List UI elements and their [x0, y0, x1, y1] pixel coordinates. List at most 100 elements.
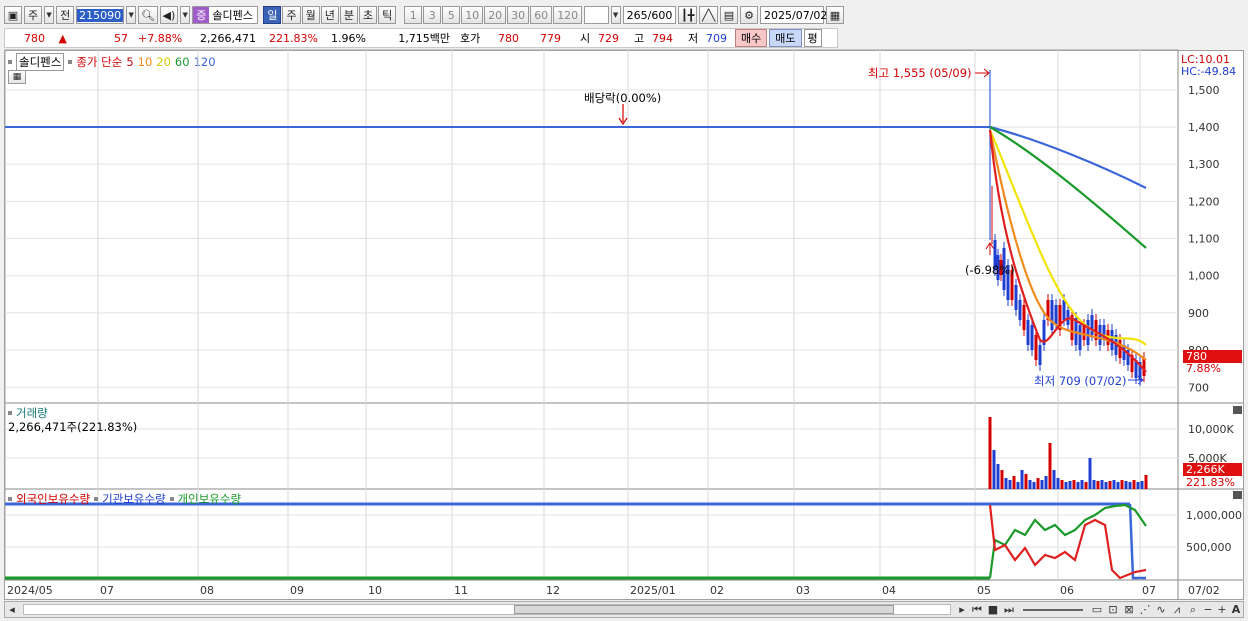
volume-bar [992, 450, 996, 489]
panel-close-icon[interactable] [1233, 491, 1242, 499]
volume-bar [988, 417, 992, 489]
x-tick-label: 12 [546, 584, 560, 597]
drop-arrow [985, 242, 995, 255]
x-tick-label: 11 [454, 584, 468, 597]
dividend-arrow [618, 104, 628, 126]
drop-annotation: (-6.98%) [965, 263, 1015, 277]
zoom-icon[interactable]: ⌕ [1185, 603, 1201, 617]
forward-icon[interactable]: ⏭ [1001, 603, 1017, 617]
holding-tick-label: 500,000 [1186, 541, 1232, 554]
volume-bar [1072, 480, 1076, 489]
volume-bar [1076, 482, 1080, 489]
volume-bar [1056, 478, 1060, 489]
legend-marker [8, 411, 12, 415]
volume-bar [1064, 482, 1068, 489]
volume-bar [1040, 480, 1044, 489]
volume-bar [1048, 443, 1052, 489]
volume-bar [1032, 482, 1036, 489]
high-arrow [975, 68, 990, 78]
volume-bar [1080, 480, 1084, 489]
scroll-left-icon[interactable]: ◂ [5, 603, 19, 616]
y-tick-label: 700 [1188, 381, 1209, 394]
ma120-line [989, 125, 1147, 189]
volume-bar [1096, 481, 1100, 489]
candle-body [1034, 335, 1038, 360]
candle-body [1026, 320, 1030, 345]
volume-bar [1084, 482, 1088, 489]
x-tick-label: 02 [710, 584, 724, 597]
scroll-right-icon[interactable]: ▸ [955, 603, 969, 616]
volume-bar [1004, 478, 1008, 489]
stop-icon[interactable]: ■ [985, 603, 1001, 616]
volume-bar [1104, 482, 1108, 489]
y-tick-label: 900 [1188, 307, 1209, 320]
x-ticks: 2024/05 07 08 09 10 11 12 2025/01 02 03 04 05 06 07 07… [7, 584, 1220, 597]
volume-bar [1028, 480, 1032, 489]
candle-body [1030, 325, 1034, 350]
measure-icon[interactable]: ⊠ [1121, 603, 1137, 616]
panel-close-icon[interactable] [1233, 406, 1242, 414]
volume-bar [1000, 470, 1004, 489]
legend-institution: 기관보유수량 [102, 492, 166, 506]
x-tick-label: 10 [368, 584, 382, 597]
volume-bar [1108, 481, 1112, 489]
legend-marker [169, 497, 174, 501]
volume-bar [1012, 476, 1016, 489]
x-tick-label: 05 [977, 584, 991, 597]
volume-bar [1128, 482, 1132, 489]
minus-icon[interactable]: − [1201, 603, 1215, 616]
volume-bar [1120, 480, 1124, 489]
volume-bar [1008, 480, 1012, 489]
high-annotation: 최고 1,555 (05/09) [868, 66, 972, 80]
volume-bar [1044, 476, 1048, 489]
volume-last-pct: 221.83% [1186, 476, 1235, 489]
volume-bar [996, 464, 1000, 489]
volume-bar [1068, 481, 1072, 489]
y-tick-label: 1,100 [1188, 233, 1220, 246]
scroll-track[interactable] [23, 604, 951, 615]
volume-last-badge: 2,266K [1183, 463, 1242, 476]
x-tick-label: 09 [290, 584, 304, 597]
volume-bar [1112, 480, 1116, 489]
volume-bar [1024, 474, 1028, 489]
y-tick-label: 1,300 [1188, 158, 1220, 171]
legend-marker [94, 497, 99, 501]
volume-bar [1140, 481, 1144, 489]
rewind-icon[interactable]: ⏮ [969, 603, 985, 617]
legend-individual: 개인보유수량 [177, 492, 242, 506]
scroll-thumb[interactable] [514, 605, 894, 614]
bottom-scrollbar: ◂ ▸ ⏮ ■ ⏭ ▭ ⊡ ⊠ ⋰ ∿ ⩘ ⌕ − + A [4, 601, 1244, 618]
y-tick-label: 1,000 [1188, 270, 1220, 283]
x-tick-label: 07 [1142, 584, 1156, 597]
candle-body [1022, 305, 1026, 330]
x-tick-label: 2025/01 [630, 584, 676, 597]
crosshair-icon[interactable]: ⊡ [1105, 603, 1121, 616]
layout-icon[interactable]: ▭ [1089, 603, 1105, 616]
y-tick-label: 1,200 [1188, 195, 1220, 208]
ma5-line [988, 129, 1147, 373]
volume-bars [988, 417, 1148, 489]
zoom-slider[interactable] [1023, 608, 1083, 611]
volume-bar [1060, 480, 1064, 489]
draw-icon[interactable]: ∿ [1153, 603, 1169, 616]
volume-bar [1124, 481, 1128, 489]
individual-curve [988, 503, 1147, 579]
plus-icon[interactable]: + [1215, 603, 1229, 616]
candle-body [1078, 325, 1082, 350]
x-tick-label: 08 [200, 584, 214, 597]
volume-bar [1052, 470, 1056, 489]
x-tick-label: 07 [100, 584, 114, 597]
holding-legend: 외국인보유수량 기관보유수량 개인보유수량 [8, 491, 241, 507]
candle-body [1090, 315, 1094, 335]
candle-body [1038, 345, 1042, 365]
font-icon[interactable]: A [1229, 603, 1243, 616]
y-tick-label: 1,500 [1188, 84, 1220, 97]
y-tick-label: 1,400 [1188, 121, 1220, 134]
trend-icon[interactable]: ⋰ [1137, 603, 1153, 616]
candle-body [1082, 325, 1086, 340]
low-annotation: 최저 709 (07/02) [1034, 374, 1127, 388]
volume-bar [1116, 482, 1120, 489]
volume-tick-label: 10,000K [1188, 423, 1234, 436]
draw2-icon[interactable]: ⩘ [1169, 603, 1185, 617]
legend-foreign: 외국인보유수량 [16, 492, 91, 506]
